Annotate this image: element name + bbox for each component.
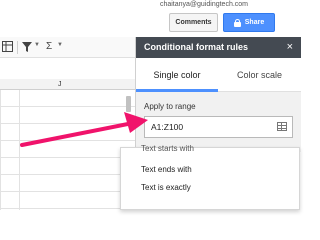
column-divider: [0, 90, 1, 210]
row-divider: [0, 157, 135, 158]
select-range-grid-icon[interactable]: [277, 122, 287, 131]
panel-header: Conditional format rules ×: [136, 37, 301, 58]
account-email[interactable]: chaitanya@guidingtech.com: [160, 1, 248, 8]
row-divider: [0, 106, 135, 107]
row-divider: [0, 140, 135, 141]
format-tabs: Single color Color scale: [136, 58, 301, 92]
tab-single-color[interactable]: Single color: [136, 58, 218, 92]
comments-button[interactable]: Comments: [169, 13, 218, 32]
dropdown-item-text-starts-with[interactable]: Text starts with: [141, 144, 194, 153]
sigma-icon[interactable]: Σ: [46, 40, 52, 54]
grid-scrollbar[interactable]: [126, 96, 131, 112]
toolbar-separator: [17, 41, 18, 54]
column-header-row: J: [0, 79, 135, 90]
toolbar: ▼ Σ ▼: [0, 37, 135, 58]
lock-icon: [233, 18, 241, 27]
filter-dropdown-caret[interactable]: ▼: [34, 42, 40, 48]
column-divider: [19, 90, 20, 210]
apply-to-range-label: Apply to range: [144, 102, 196, 111]
table-icon[interactable]: [2, 41, 13, 52]
share-label: Share: [244, 19, 265, 26]
dropdown-item-text-is-exactly[interactable]: Text is exactly: [141, 183, 191, 192]
column-header-j[interactable]: J: [58, 79, 62, 90]
range-value[interactable]: A1:Z100: [151, 117, 183, 137]
close-icon[interactable]: ×: [287, 37, 293, 58]
apply-range-section: Apply to range A1:Z100: [136, 92, 301, 152]
functions-dropdown-caret[interactable]: ▼: [57, 42, 63, 48]
range-input[interactable]: A1:Z100: [144, 116, 293, 138]
dropdown-item-text-ends-with[interactable]: Text ends with: [141, 165, 192, 174]
row-divider: [0, 191, 135, 192]
row-divider: [0, 174, 135, 175]
condition-dropdown-menu: Text starts with Text ends with Text is …: [120, 144, 300, 210]
panel-title: Conditional format rules: [144, 42, 249, 52]
row-divider: [0, 208, 135, 209]
tab-color-scale[interactable]: Color scale: [218, 58, 301, 92]
row-divider: [0, 123, 135, 124]
share-button[interactable]: Share: [223, 13, 275, 32]
filter-icon[interactable]: [22, 42, 32, 52]
